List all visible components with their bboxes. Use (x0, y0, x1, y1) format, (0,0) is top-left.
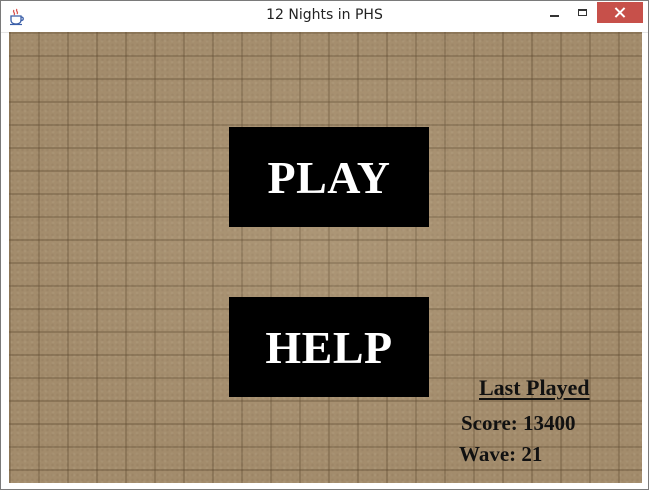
play-button[interactable]: PLAY (229, 127, 429, 227)
minimize-icon (549, 15, 559, 17)
title-bar[interactable]: 12 Nights in PHS (1, 1, 648, 33)
score-label: Score: (461, 411, 518, 435)
score-value: 13400 (523, 411, 576, 435)
last-score: Score: 13400 (461, 411, 576, 436)
app-window: 12 Nights in PHS PLAY HELP Last Played S… (0, 0, 649, 490)
last-wave: Wave: 21 (459, 442, 542, 467)
last-played-heading: Last Played (479, 375, 590, 400)
java-cup-icon[interactable] (8, 8, 26, 26)
wave-label: Wave: (459, 442, 517, 466)
help-button[interactable]: HELP (229, 297, 429, 397)
wave-value: 21 (521, 442, 543, 466)
close-icon (615, 7, 626, 18)
main-menu-panel: PLAY HELP Last Played Score: 13400 Wave:… (9, 32, 642, 483)
maximize-button[interactable] (569, 2, 596, 23)
minimize-button[interactable] (540, 2, 568, 23)
maximize-icon (578, 9, 587, 16)
close-button[interactable] (597, 2, 643, 23)
